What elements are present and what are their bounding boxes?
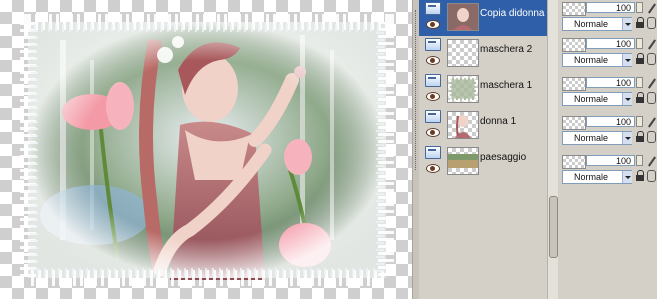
layer-row-maschera-2[interactable]: maschera 2 (419, 36, 547, 72)
lock-icon[interactable] (635, 131, 645, 143)
opacity-field[interactable]: 100 (586, 2, 635, 13)
eye-icon[interactable] (426, 92, 440, 101)
chevron-down-icon[interactable] (622, 171, 632, 183)
lock-icon[interactable] (635, 17, 645, 29)
chevron-down-icon[interactable] (622, 18, 632, 30)
layer-row-copia-didonna-1[interactable]: Copia didonna 1 (419, 0, 553, 36)
lock-icon[interactable] (635, 170, 645, 182)
opacity-spinner[interactable] (636, 155, 643, 166)
layer-name: maschera 1 (480, 80, 533, 91)
chevron-down-icon[interactable] (622, 93, 632, 105)
layer-thumbnail (447, 147, 479, 175)
layer-visibility-icon[interactable] (425, 110, 441, 123)
layer-tree-line (415, 10, 416, 170)
opacity-spinner[interactable] (636, 77, 643, 88)
eye-icon[interactable] (426, 20, 440, 29)
layer-properties-row: 100 Normale (558, 36, 657, 72)
layer-name: Copia didonna 1 (480, 8, 553, 19)
mask-thumbnail (562, 38, 586, 52)
pen-icon[interactable] (647, 39, 657, 51)
chevron-down-icon[interactable] (622, 132, 632, 144)
layer-thumbnail (447, 111, 479, 139)
lock-icon[interactable] (635, 53, 645, 65)
link-icon[interactable] (647, 53, 656, 65)
layer-name: paesaggio (480, 152, 527, 163)
layer-row-paesaggio[interactable]: paesaggio (419, 144, 547, 180)
layer-visibility-icon[interactable] (425, 38, 441, 51)
layer-visibility-icon[interactable] (425, 74, 441, 87)
image-canvas[interactable] (0, 0, 412, 299)
opacity-spinner[interactable] (636, 116, 643, 127)
opacity-field[interactable]: 100 (586, 77, 635, 88)
pen-icon[interactable] (647, 156, 657, 168)
link-icon[interactable] (647, 170, 656, 182)
layer-properties-row: 100 Normale (558, 75, 657, 111)
layer-thumbnail (447, 3, 479, 31)
pen-icon[interactable] (647, 78, 657, 90)
opacity-field[interactable]: 100 (586, 155, 635, 166)
pen-icon[interactable] (647, 117, 657, 129)
mask-thumbnail (562, 77, 586, 91)
layers-list: Copia didonna 1 maschera 2 maschera 1 do… (419, 0, 553, 299)
mask-thumbnail (562, 116, 586, 130)
lock-icon[interactable] (635, 92, 645, 104)
layer-name: donna 1 (480, 116, 517, 127)
layer-row-maschera-1[interactable]: maschera 1 (419, 72, 547, 108)
layer-properties-row: 100 Normale (558, 0, 657, 36)
eye-icon[interactable] (426, 164, 440, 173)
layer-properties-row: 100 Normale (558, 114, 657, 150)
eye-icon[interactable] (426, 56, 440, 65)
layer-properties: 100 Normale 100 Normale 100 Normale 100 … (558, 0, 657, 299)
layer-thumbnail (447, 75, 479, 103)
layer-properties-row: 100 Normale (558, 153, 657, 189)
opacity-spinner[interactable] (636, 38, 643, 49)
eye-icon[interactable] (426, 128, 440, 137)
opacity-spinner[interactable] (636, 2, 643, 13)
pen-icon[interactable] (647, 3, 657, 15)
opacity-field[interactable]: 100 (586, 116, 635, 127)
layer-name: maschera 2 (480, 44, 533, 55)
link-icon[interactable] (647, 92, 656, 104)
layer-row-donna-1[interactable]: donna 1 (419, 108, 547, 144)
mask-thumbnail (562, 2, 586, 16)
layer-visibility-icon[interactable] (425, 146, 441, 159)
mask-thumbnail (562, 155, 586, 169)
artwork (20, 14, 394, 286)
layer-visibility-icon[interactable] (425, 2, 441, 15)
link-icon[interactable] (647, 17, 656, 29)
chevron-down-icon[interactable] (622, 54, 632, 66)
layer-thumbnail (447, 39, 479, 67)
layers-scrollbar-thumb[interactable] (549, 196, 558, 258)
link-icon[interactable] (647, 131, 656, 143)
opacity-field[interactable]: 100 (586, 38, 635, 49)
